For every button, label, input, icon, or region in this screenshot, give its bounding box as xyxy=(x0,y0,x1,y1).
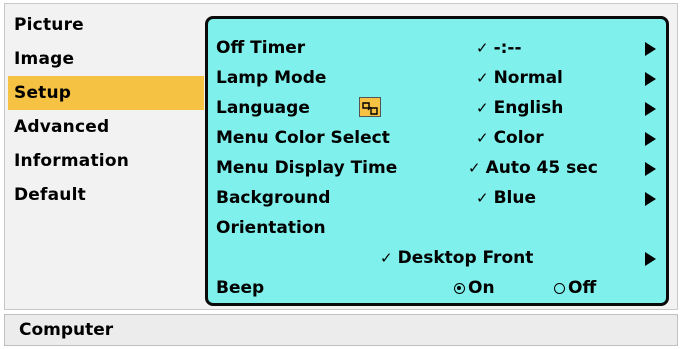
check-icon: ✓ xyxy=(476,39,489,57)
off-timer-row[interactable]: Off Timer ✓ -:-- xyxy=(216,33,660,63)
check-icon: ✓ xyxy=(476,189,489,207)
radio-selected-icon xyxy=(454,283,465,294)
menu-color-select-label: Menu Color Select xyxy=(216,128,390,148)
setup-panel: Off Timer ✓ -:-- Lamp Mode ✓ Normal Langua… xyxy=(205,16,669,306)
sidebar-item-default[interactable]: Default xyxy=(8,178,204,212)
beep-label: Beep xyxy=(216,278,265,298)
lamp-mode-value: ✓ Normal xyxy=(476,63,563,93)
language-value: ✓ English xyxy=(476,93,563,123)
language-icon xyxy=(359,97,381,117)
lamp-mode-label: Lamp Mode xyxy=(216,68,327,88)
check-icon: ✓ xyxy=(380,249,393,267)
orientation-label-row: Orientation xyxy=(216,213,660,243)
radio-empty-icon xyxy=(554,283,565,294)
check-icon: ✓ xyxy=(476,99,489,117)
submenu-arrow-icon[interactable] xyxy=(645,132,656,146)
check-icon: ✓ xyxy=(468,159,481,177)
submenu-arrow-icon[interactable] xyxy=(645,72,656,86)
background-row[interactable]: Background ✓ Blue xyxy=(216,183,660,213)
submenu-arrow-icon[interactable] xyxy=(645,102,656,116)
orientation-value: ✓ Desktop Front xyxy=(380,243,533,273)
menu-color-select-value: ✓ Color xyxy=(476,123,544,153)
check-icon: ✓ xyxy=(476,69,489,87)
sidebar-item-picture[interactable]: Picture xyxy=(8,8,204,42)
submenu-arrow-icon[interactable] xyxy=(645,162,656,176)
off-timer-label: Off Timer xyxy=(216,38,306,58)
menu-display-time-label: Menu Display Time xyxy=(216,158,398,178)
lamp-mode-row[interactable]: Lamp Mode ✓ Normal xyxy=(216,63,660,93)
sidebar: Picture Image Setup Advanced Information… xyxy=(8,8,204,212)
sidebar-item-setup[interactable]: Setup xyxy=(8,76,204,110)
orientation-label: Orientation xyxy=(216,218,326,238)
background-label: Background xyxy=(216,188,331,208)
sidebar-item-advanced[interactable]: Advanced xyxy=(8,110,204,144)
input-source-label: Computer xyxy=(19,320,114,340)
beep-off-radio[interactable]: Off xyxy=(554,273,596,303)
off-timer-value: ✓ -:-- xyxy=(476,33,522,63)
menu-display-time-row[interactable]: Menu Display Time ✓ Auto 45 sec xyxy=(216,153,660,183)
submenu-arrow-icon[interactable] xyxy=(645,42,656,56)
beep-on-radio[interactable]: On xyxy=(454,273,495,303)
check-icon: ✓ xyxy=(476,129,489,147)
submenu-arrow-icon[interactable] xyxy=(645,252,656,266)
menu-display-time-value: ✓ Auto 45 sec xyxy=(468,153,598,183)
submenu-arrow-icon[interactable] xyxy=(645,192,656,206)
sidebar-item-image[interactable]: Image xyxy=(8,42,204,76)
beep-row: Beep On Off xyxy=(216,273,660,303)
language-label: Language xyxy=(216,98,310,118)
background-value: ✓ Blue xyxy=(476,183,536,213)
menu-color-select-row[interactable]: Menu Color Select ✓ Color xyxy=(216,123,660,153)
status-bar: Computer xyxy=(4,314,678,346)
language-row[interactable]: Language ✓ English xyxy=(216,93,660,123)
sidebar-item-information[interactable]: Information xyxy=(8,144,204,178)
orientation-value-row[interactable]: ✓ Desktop Front xyxy=(216,243,660,273)
